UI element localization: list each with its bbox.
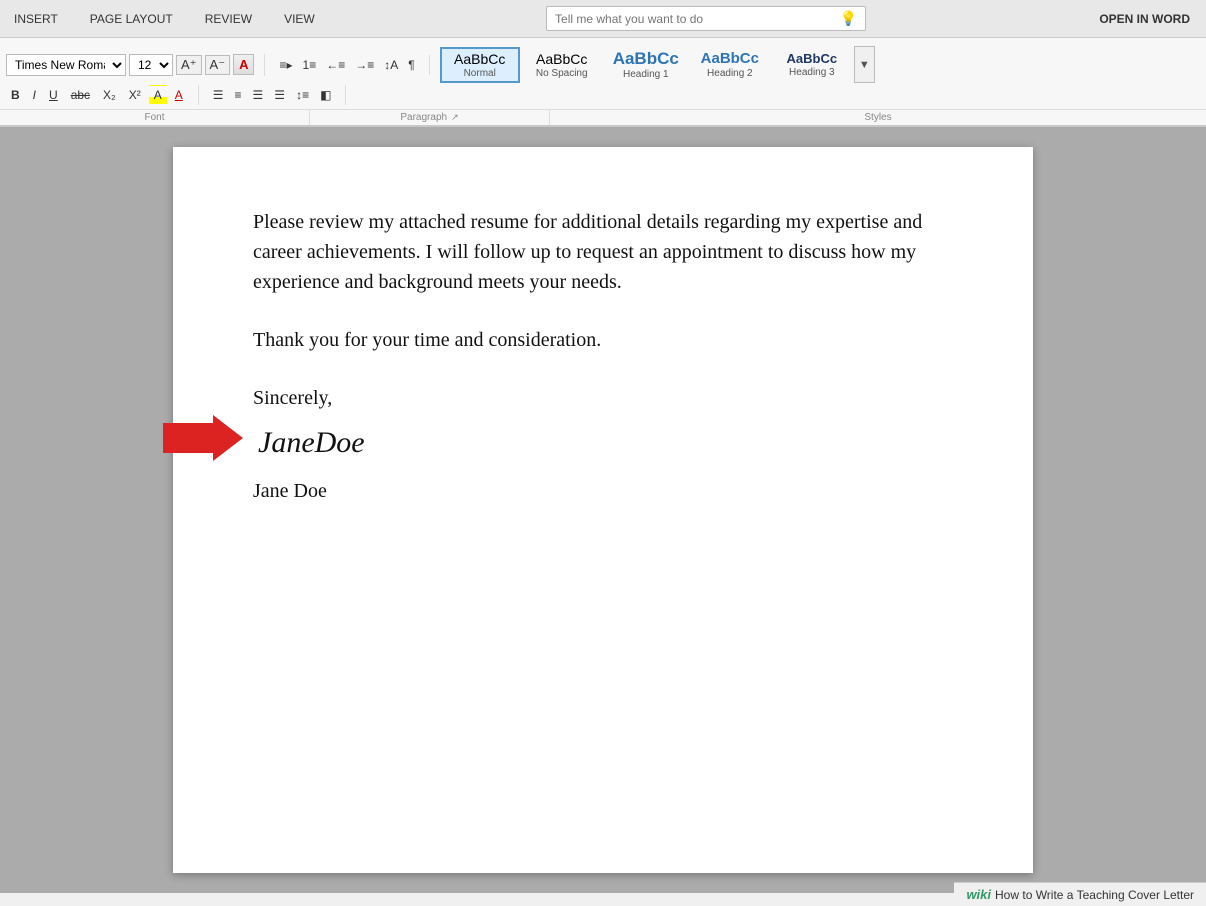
align-center-button[interactable]: ≡ [231,85,246,105]
underline-button[interactable]: U [44,85,63,105]
ribbon: Times New Roman 12 A⁺ A⁻ A ≡▸ 1≡ ←≡ →≡ ↕… [0,38,1206,127]
sort-button[interactable]: ↕A [380,55,402,75]
menu-bar: INSERT PAGE LAYOUT REVIEW VIEW 💡 OPEN IN… [0,0,1206,38]
superscript-button[interactable]: X² [124,85,146,105]
decrease-indent-button[interactable]: ←≡ [322,55,349,75]
show-para-button[interactable]: ¶ [404,55,418,75]
styles-group: AaBbCc Normal AaBbCc No Spacing AaBbCc H… [440,46,1200,83]
strikethrough-button[interactable]: abc [66,85,95,105]
paragraph-group-row1: ≡▸ 1≡ ←≡ →≡ ↕A ¶ [275,55,429,75]
align-left-button[interactable]: ☰ [209,85,228,105]
document-content: Please review my attached resume for add… [253,207,953,506]
signature-name: Jane Doe [253,480,327,502]
style-heading2-button[interactable]: AaBbCc Heading 2 [690,47,770,82]
styles-section-label: Styles [550,110,1206,125]
menu-review[interactable]: REVIEW [199,8,258,30]
paragraph-expand-icon[interactable]: ↗ [451,112,459,123]
align-group: ☰ ≡ ☰ ☰ ↕≡ ◧ [209,85,347,105]
line-spacing-button[interactable]: ↕≡ [292,85,313,105]
font-size-select[interactable]: 12 [129,54,173,76]
search-box: 💡 [546,6,866,31]
wiki-logo: wiki [966,887,991,902]
bold-button[interactable]: B [6,85,25,105]
font-color-button[interactable]: A [170,85,188,105]
document-page[interactable]: Please review my attached resume for add… [173,147,1033,873]
more-styles-button[interactable]: ▼ [854,46,875,83]
menu-page-layout[interactable]: PAGE LAYOUT [84,8,179,30]
paragraph-1: Please review my attached resume for add… [253,207,953,297]
paragraph-2: Thank you for your time and consideratio… [253,325,953,355]
align-right-button[interactable]: ☰ [249,85,268,105]
svg-text:JaneDoe: JaneDoe [258,426,365,459]
format-group: B I U abc X₂ X² A A [6,85,199,105]
highlight-button[interactable]: A [233,54,254,75]
italic-button[interactable]: I [28,85,41,105]
bullets-button[interactable]: ≡▸ [275,55,296,75]
font-size-increase-button[interactable]: A⁺ [176,55,202,75]
open-in-word-button[interactable]: OPEN IN WORD [1091,8,1198,30]
search-input[interactable] [555,12,836,26]
style-heading1-button[interactable]: AaBbCc Heading 1 [604,46,688,83]
menu-view[interactable]: VIEW [278,8,321,30]
justify-button[interactable]: ☰ [270,85,289,105]
document-area: Please review my attached resume for add… [0,127,1206,893]
style-no-spacing-button[interactable]: AaBbCc No Spacing [522,48,602,82]
font-family-select[interactable]: Times New Roman [6,54,126,76]
style-normal-button[interactable]: AaBbCc Normal [440,47,520,83]
signature-cursive: JaneDoe [253,417,953,472]
footer-page-title: How to Write a Teaching Cover Letter [995,888,1194,902]
menu-insert[interactable]: INSERT [8,8,64,30]
signature-block: Sincerely, JaneDoe Jane Doe [253,383,953,506]
font-size-decrease-button[interactable]: A⁻ [205,55,231,75]
paragraph-section-label: Paragraph [400,112,447,123]
style-heading3-button[interactable]: AaBbCc Heading 3 [772,48,852,81]
wiki-footer: wiki How to Write a Teaching Cover Lette… [954,882,1206,906]
lightbulb-icon: 💡 [840,10,857,27]
text-color-button[interactable]: A [149,85,167,105]
numbering-button[interactable]: 1≡ [299,55,321,75]
closing-text: Sincerely, [253,383,953,413]
ribbon-section-labels: Font Paragraph ↗ Styles [0,109,1206,125]
subscript-button[interactable]: X₂ [98,85,121,105]
shading-button[interactable]: ◧ [316,85,335,105]
arrow-annotation [163,413,243,472]
font-group: Times New Roman 12 A⁺ A⁻ A [6,54,265,76]
increase-indent-button[interactable]: →≡ [351,55,378,75]
font-section-label: Font [0,110,310,125]
